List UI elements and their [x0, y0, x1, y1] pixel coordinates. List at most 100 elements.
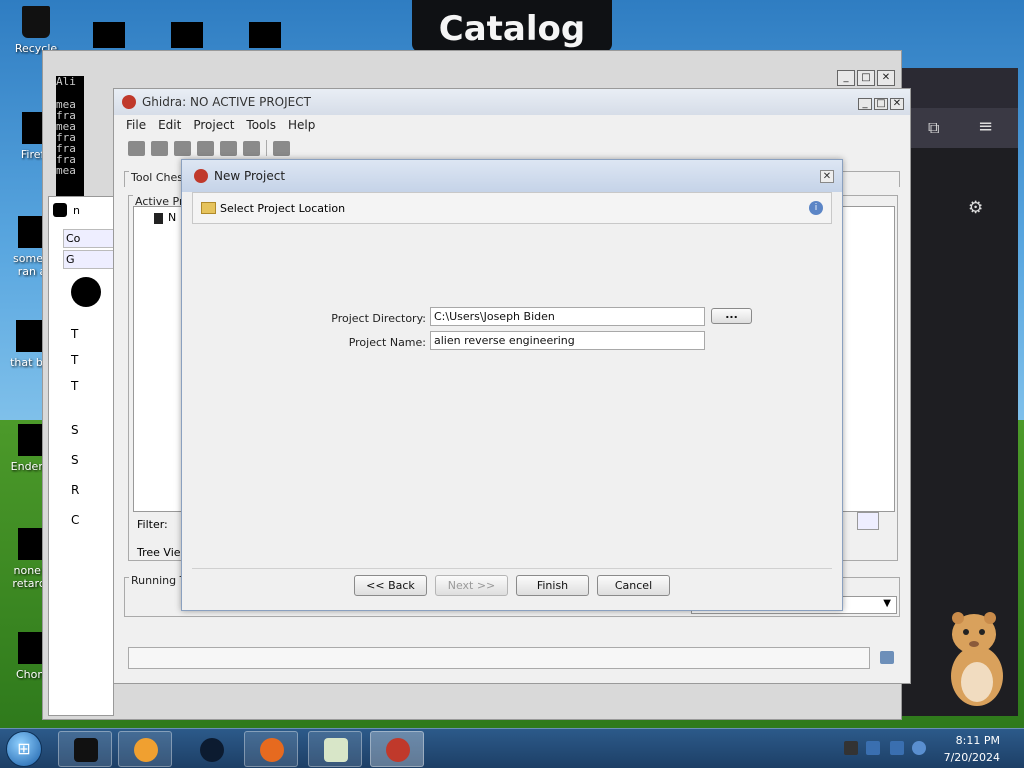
project-directory-label: Project Directory: [331, 312, 426, 325]
ghidra-toolbar [114, 135, 910, 161]
clock-time[interactable]: 8:11 PM [956, 734, 1000, 747]
firefox-icon [260, 738, 284, 762]
close-icon[interactable]: ✕ [820, 169, 834, 183]
filter-clear-button[interactable] [857, 512, 879, 530]
redacted-icon [171, 22, 203, 48]
menu-project[interactable]: Project [193, 118, 234, 132]
taskbar-item-app[interactable] [184, 731, 238, 767]
wizard-step-title: Select Project Location [220, 201, 346, 215]
side-window-tab[interactable]: G [63, 250, 115, 269]
ghidra-menubar: File Edit Project Tools Help [114, 115, 910, 135]
side-window-title-text: n [73, 203, 80, 217]
clock-date[interactable]: 7/20/2024 [944, 751, 1000, 764]
terminal-icon [74, 738, 98, 762]
refresh-icon[interactable] [273, 140, 290, 156]
side-window-item[interactable]: S [71, 447, 113, 473]
media-player-icon [134, 738, 158, 762]
project-name-input[interactable] [430, 331, 705, 350]
recycle-bin-icon [22, 6, 50, 38]
app-icon [53, 203, 67, 217]
start-button[interactable]: ⊞ [6, 731, 42, 767]
dialog-title: New Project [214, 169, 286, 183]
menu-edit[interactable]: Edit [158, 118, 181, 132]
system-tray: 8:11 PM 7/20/2024 [840, 729, 1024, 768]
toolbar-tool-icon[interactable] [174, 140, 191, 156]
ghidra-logo-icon [122, 95, 136, 109]
wizard-body: Project Directory: ... Project Name: [192, 226, 832, 566]
taskbar-item-ghidra[interactable] [370, 731, 424, 767]
menu-help[interactable]: Help [288, 118, 315, 132]
side-window-title: n [49, 197, 113, 223]
side-window: n Co G T T T S S R C [48, 196, 115, 716]
tree-item-label: N [168, 211, 177, 224]
info-icon[interactable]: i [809, 201, 823, 215]
maximize-button[interactable]: □ [874, 97, 888, 110]
ghidra-titlebar: Ghidra: NO ACTIVE PROJECT _ □ ✕ [114, 89, 910, 115]
filter-label: Filter: [137, 518, 168, 531]
terminal-line: Ali [56, 76, 76, 88]
status-bar [128, 647, 870, 669]
taskbar-item-firefox[interactable] [244, 731, 298, 767]
window-controls: _ □ ✕ [856, 95, 904, 110]
settings-gear-icon[interactable]: ⚙ [968, 198, 983, 218]
toolbar-tool-icon[interactable] [197, 140, 214, 156]
avatar [71, 277, 101, 307]
new-project-dialog: New Project ✕ Select Project Location i … [181, 159, 843, 611]
dialog-divider [192, 568, 832, 569]
window-icon [324, 738, 348, 762]
minimize-button[interactable]: _ [837, 70, 855, 86]
finish-button[interactable]: Finish [516, 575, 589, 596]
extensions-icon[interactable]: ⧉ [928, 118, 939, 138]
minimize-button[interactable]: _ [858, 97, 872, 110]
toolbar-tool-icon[interactable] [220, 140, 237, 156]
project-icon [154, 212, 163, 224]
maximize-button[interactable]: □ [857, 70, 875, 86]
close-button[interactable]: ✕ [877, 70, 895, 86]
taskbar-item-explorer[interactable] [308, 731, 362, 767]
redacted-icon [93, 22, 125, 48]
catalog-banner: Catalog [412, 0, 612, 52]
browse-button[interactable]: ... [711, 308, 752, 324]
toolbar-link-icon[interactable] [243, 140, 260, 156]
toolbar-tool-icon[interactable] [151, 140, 168, 156]
show-hidden-icon[interactable] [844, 741, 858, 755]
ghidra-title: Ghidra: NO ACTIVE PROJECT [142, 95, 311, 109]
taskbar: ⊞ 8:11 PM 7/20/2024 [0, 728, 1024, 768]
hamster-image [951, 612, 1003, 706]
project-name-label: Project Name: [348, 336, 426, 349]
desktop-icon-recycle-bin[interactable]: Recycle [6, 6, 66, 55]
terminal-line: mea [56, 164, 76, 177]
taskbar-item-terminal[interactable] [58, 731, 112, 767]
project-directory-input[interactable] [430, 307, 705, 326]
side-window-item[interactable]: C [71, 507, 113, 533]
next-button[interactable]: Next >> [435, 575, 508, 596]
side-window-item[interactable]: T [71, 321, 113, 347]
menu-tools[interactable]: Tools [246, 118, 276, 132]
cancel-button[interactable]: Cancel [597, 575, 670, 596]
menu-file[interactable]: File [126, 118, 146, 132]
side-window-list: T T T S S R C [71, 321, 113, 533]
tree-item[interactable]: N [154, 211, 176, 224]
ghidra-logo-icon [194, 169, 208, 183]
taskbar-item-media[interactable] [118, 731, 172, 767]
side-window-item[interactable]: R [71, 477, 113, 503]
side-window-item[interactable]: T [71, 347, 113, 373]
network-icon[interactable] [866, 741, 880, 755]
toolbar-divider [266, 140, 267, 156]
file-icon [16, 320, 44, 352]
back-button[interactable]: << Back [354, 575, 427, 596]
menu-icon[interactable]: ≡ [978, 116, 993, 137]
dialog-titlebar: New Project ✕ [182, 160, 842, 192]
window-controls: _ □ ✕ [835, 69, 895, 86]
volume-icon[interactable] [912, 741, 926, 755]
close-button[interactable]: ✕ [890, 97, 904, 110]
console-icon[interactable] [880, 651, 894, 664]
ghidra-icon [386, 738, 410, 762]
chevron-down-icon: ▼ [883, 598, 891, 609]
display-icon[interactable] [890, 741, 904, 755]
folder-icon [201, 202, 216, 214]
side-window-tab[interactable]: Co [63, 229, 115, 248]
side-window-item[interactable]: S [71, 417, 113, 443]
side-window-item[interactable]: T [71, 373, 113, 399]
toolbar-tool-icon[interactable] [128, 140, 145, 156]
